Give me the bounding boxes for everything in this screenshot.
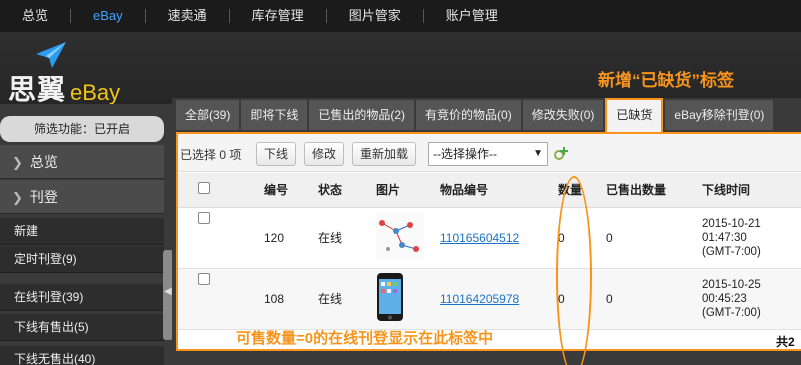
tab-ebay-removed[interactable]: eBay移除刊登(0)	[665, 100, 774, 130]
top-nav: 总览 eBay 速卖通 库存管理 图片管家 账户管理	[0, 0, 801, 32]
select-all-checkbox[interactable]	[198, 182, 210, 195]
filter-status[interactable]: 筛选功能：已开启	[0, 116, 164, 142]
tab-all[interactable]: 全部(39)	[176, 100, 240, 130]
chevron-right-icon: ❯	[12, 155, 23, 170]
annotation-quantity-highlight	[556, 176, 592, 365]
sidebar-item-online[interactable]: 在线刊登(39)	[0, 284, 164, 311]
cell-end-time: 2015-10-21 01:47:30 (GMT-7:00)	[696, 207, 801, 269]
cell-status: 在线	[312, 268, 370, 330]
sidebar-item-scheduled[interactable]: 定时刊登(9)	[0, 246, 164, 273]
cell-image	[370, 207, 434, 269]
sidebar: 筛选功能：已开启 ❯ 总览 ❯ 刊登 新建 定时刊登(9) 在线刊登(39) 下…	[0, 104, 164, 365]
listing-panel: 已选择 0 项 下线 修改 重新加载 --选择操作-- ▼ 编号 状态 图片 物…	[176, 132, 801, 365]
cell-id: 120	[258, 207, 312, 269]
toolbar: 已选择 0 项 下线 修改 重新加载 --选择操作-- ▼	[178, 134, 801, 172]
cell-status: 在线	[312, 207, 370, 269]
chevron-left-icon: ◀	[164, 286, 172, 297]
row-checkbox[interactable]	[198, 272, 210, 285]
header-id: 编号	[258, 173, 312, 208]
app-header: 思翼 eBay 新增“已缺货”标签	[0, 32, 801, 106]
paper-plane-icon	[36, 42, 66, 68]
listing-tabs: 全部(39) 即将下线 已售出的物品(2) 有竞价的物品(0) 修改失败(0) …	[176, 98, 775, 132]
nav-item-aliexpress[interactable]: 速卖通	[146, 0, 229, 32]
selected-count: 已选择 0 项	[180, 148, 242, 162]
item-number-link[interactable]: 110165604512	[440, 231, 519, 245]
tab-ending-soon[interactable]: 即将下线	[241, 100, 308, 130]
end-timezone: (GMT-7:00)	[702, 306, 761, 319]
add-settings-icon[interactable]	[553, 146, 569, 162]
header-select-all[interactable]	[178, 173, 258, 208]
tab-out-of-stock[interactable]: 已缺货	[605, 98, 664, 132]
action-select[interactable]: --选择操作-- ▼	[428, 142, 548, 166]
header-end-time: 下线时间	[696, 173, 801, 208]
cell-id: 108	[258, 268, 312, 330]
end-time: 00:45:23	[702, 292, 747, 305]
table-row: 120 在线 110165604512 0 0 2015-10-21 01:47…	[178, 207, 801, 269]
header-status: 状态	[312, 173, 370, 208]
end-timezone: (GMT-7:00)	[702, 245, 761, 258]
cell-image	[370, 268, 434, 330]
brand-name-cn: 思翼	[8, 73, 67, 106]
table-header-row: 编号 状态 图片 物品编号 数量 已售出数量 下线时间	[178, 173, 801, 208]
phone-thumbnail[interactable]	[376, 272, 404, 322]
sidebar-head-label: 刊登	[29, 189, 58, 205]
sidebar-head-overview[interactable]: ❯ 总览	[0, 145, 164, 179]
tab-with-bids[interactable]: 有竞价的物品(0)	[416, 100, 521, 130]
action-select-value: --选择操作--	[433, 147, 497, 161]
tab-sold[interactable]: 已售出的物品(2)	[309, 100, 415, 130]
cell-sold-quantity: 0	[600, 268, 696, 330]
total-count: 共2	[776, 335, 795, 349]
end-date: 2015-10-25	[702, 278, 761, 291]
table-row: 108 在线 110164205978 0 0 2015-10-25 00:45…	[178, 268, 801, 330]
nav-item-images[interactable]: 图片管家	[327, 0, 423, 32]
edit-button[interactable]: 修改	[304, 142, 344, 166]
main-content: 全部(39) 即将下线 已售出的物品(2) 有竞价的物品(0) 修改失败(0) …	[172, 98, 801, 365]
cell-end-time: 2015-10-25 00:45:23 (GMT-7:00)	[696, 268, 801, 330]
sidebar-head-listing[interactable]: ❯ 刊登	[0, 180, 164, 214]
sidebar-item-offline-sold[interactable]: 下线有售出(5)	[0, 314, 164, 341]
nav-item-ebay[interactable]: eBay	[71, 0, 145, 32]
nav-item-overview[interactable]: 总览	[0, 0, 70, 32]
nav-item-account[interactable]: 账户管理	[424, 0, 520, 32]
product-thumbnail[interactable]	[376, 213, 424, 259]
annotation-explanation: 可售数量=0的在线刊登显示在此标签中	[236, 330, 494, 347]
end-date: 2015-10-21	[702, 217, 761, 230]
dropdown-arrow-icon: ▼	[533, 148, 543, 159]
logo[interactable]: 思翼 eBay	[6, 38, 166, 106]
header-image: 图片	[370, 173, 434, 208]
row-select[interactable]	[178, 207, 258, 269]
annotation-new-tab: 新增“已缺货”标签	[598, 71, 734, 90]
tab-revise-failed[interactable]: 修改失败(0)	[522, 100, 604, 130]
header-item-number: 物品编号	[434, 173, 552, 208]
reload-button[interactable]: 重新加载	[352, 142, 416, 166]
sidebar-item-offline-unsold[interactable]: 下线无售出(40)	[0, 346, 164, 365]
nav-item-inventory[interactable]: 库存管理	[230, 0, 326, 32]
listing-table: 编号 状态 图片 物品编号 数量 已售出数量 下线时间 120 在线 11016…	[178, 173, 801, 330]
brand-name-en: eBay	[70, 80, 121, 105]
cell-sold-quantity: 0	[600, 207, 696, 269]
end-time: 01:47:30	[702, 231, 747, 244]
sidebar-item-new[interactable]: 新建	[0, 218, 164, 245]
row-select[interactable]	[178, 268, 258, 330]
row-checkbox[interactable]	[198, 211, 210, 224]
offline-button[interactable]: 下线	[256, 142, 296, 166]
item-number-link[interactable]: 110164205978	[440, 292, 519, 306]
cell-item-number[interactable]: 110165604512	[434, 207, 552, 269]
chevron-right-icon: ❯	[12, 190, 23, 205]
header-sold-quantity: 已售出数量	[600, 173, 696, 208]
sidebar-head-label: 总览	[29, 154, 58, 170]
cell-item-number[interactable]: 110164205978	[434, 268, 552, 330]
